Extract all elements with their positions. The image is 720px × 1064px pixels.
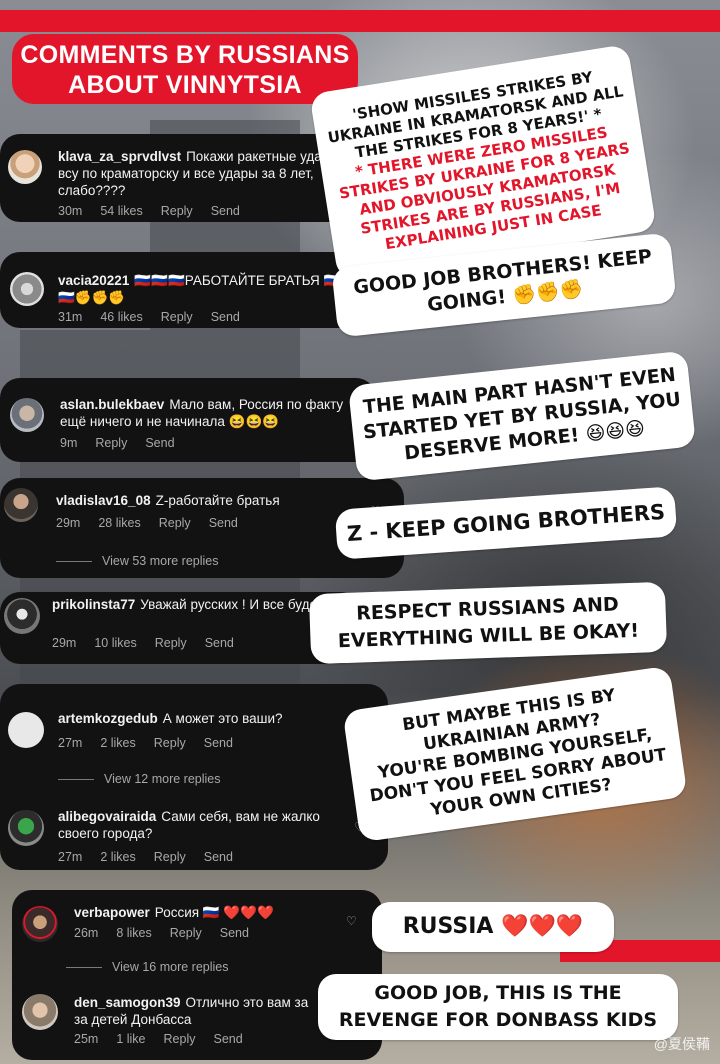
avatar[interactable] [10,272,44,306]
view-more-replies[interactable]: View 53 more replies [56,554,219,568]
comment-meta: 29m 28 likes Reply Send [56,516,256,530]
divider [58,779,94,781]
timestamp: 25m [74,1032,99,1046]
comment-meta: 30m 54 likes Reply Send [58,204,258,218]
timestamp: 9m [60,436,78,450]
likes-count[interactable]: 1 like [116,1032,145,1046]
top-red-bar [0,10,720,32]
avatar[interactable] [4,598,40,634]
timestamp: 29m [52,636,77,650]
likes-count[interactable]: 2 likes [100,850,135,864]
timestamp: 31m [58,310,83,324]
username[interactable]: artemkozgedub [58,711,158,726]
reply-button[interactable]: Reply [159,516,191,530]
reply-button[interactable]: Reply [155,636,187,650]
watermark: @夏侯鞴 [653,1036,710,1052]
avatar[interactable] [8,150,42,184]
likes-count[interactable]: 54 likes [100,204,142,218]
translation-bubble-8: GOOD JOB, THIS IS THE REVENGE FOR DONBAS… [318,974,678,1040]
username[interactable]: prikolinsta77 [52,597,135,612]
comment-text: prikolinsta77 Уважай русских ! И все буде… [52,597,340,612]
timestamp: 27m [58,850,83,864]
comment-card: artemkozgedubА может это ваши? ♡ 27m2 li… [0,684,388,870]
comment-card: klava_za_sprvdlvst Покажи ракетные удары … [0,134,358,222]
comment-meta: 27m 2 likes Reply Send [58,850,251,864]
view-more-replies[interactable]: View 12 more replies [58,772,221,786]
divider [66,967,102,969]
comment-meta: 29m 10 likes Reply Send [52,636,252,650]
likes-count[interactable]: 10 likes [94,636,136,650]
reply-button[interactable]: Reply [170,926,202,940]
avatar[interactable] [10,398,44,432]
divider [56,561,92,563]
title-line-2: ABOUT VINNYTSIA [68,71,302,99]
likes-count[interactable]: 46 likes [100,310,142,324]
likes-count[interactable]: 8 likes [116,926,151,940]
reply-button[interactable]: Reply [154,736,186,750]
send-button[interactable]: Send [205,636,234,650]
username[interactable]: vladislav16_08 [56,493,151,508]
comment-text: artemkozgedub А может это ваши? [58,711,283,726]
comment-card: aslan.bulekbaev Мало вам, Россия по факту… [0,378,376,462]
username[interactable]: vacia20221 [58,273,129,288]
send-button[interactable]: Send [145,436,174,450]
view-more-replies[interactable]: View 16 more replies [66,960,229,974]
translation-bubble-7: RUSSIA ❤️❤️❤️ [372,902,614,952]
comment-text: alibegovairaida Сами себя, вам не жалко с… [58,809,320,841]
send-button[interactable]: Send [204,850,233,864]
page-title: COMMENTS BY RUSSIANS ABOUT VINNYTSIA [12,34,358,104]
likes-count[interactable]: 2 likes [100,736,135,750]
comment-meta: 9m Reply Send [60,436,193,450]
timestamp: 26m [74,926,99,940]
send-button[interactable]: Send [204,736,233,750]
comment-text: den_samogon39 Отлично это вам за за детей… [74,995,309,1027]
reply-button[interactable]: Reply [164,1032,196,1046]
send-button[interactable]: Send [209,516,238,530]
comment-text: aslan.bulekbaev Мало вам, Россия по факту… [60,397,344,429]
comment-text: klava_za_sprvdlvst Покажи ракетные удары … [58,149,339,198]
reply-button[interactable]: Reply [154,850,186,864]
avatar[interactable] [4,488,38,522]
username[interactable]: klava_za_sprvdlvst [58,149,181,164]
avatar[interactable] [22,906,58,942]
avatar[interactable] [8,810,44,846]
send-button[interactable]: Send [213,1032,242,1046]
reply-button[interactable]: Reply [95,436,127,450]
title-line-1: COMMENTS BY RUSSIANS [20,41,350,69]
send-button[interactable]: Send [211,310,240,324]
timestamp: 27m [58,736,83,750]
comment-meta: 26m 8 likes Reply Send [74,926,267,940]
send-button[interactable]: Send [211,204,240,218]
username[interactable]: alibegovairaida [58,809,156,824]
comment-meta: 27m 2 likes Reply Send [58,736,251,750]
comment-text: vladislav16_08 Z-работайте братья [56,493,280,508]
avatar[interactable] [8,712,44,748]
like-heart-icon[interactable]: ♡ [346,915,358,927]
translation-bubble-5: RESPECT RUSSIANS AND EVERYTHING WILL BE … [308,581,668,665]
comment-meta: 31m 46 likes Reply Send [58,310,258,324]
comment-text: verbapower Россия 🇷🇺 ❤️❤️❤️ [74,905,274,920]
username[interactable]: verbapower [74,905,150,920]
username[interactable]: den_samogon39 [74,995,181,1010]
comment-meta: 25m 1 like Reply Send [74,1032,261,1046]
comment-card: prikolinsta77 Уважай русских ! И все буде… [0,592,360,664]
timestamp: 29m [56,516,81,530]
comment-text: vacia20221 🇷🇺🇷🇺🇷🇺РАБОТАЙТЕ БРАТЬЯ 🇷🇺🇷🇺🇷🇺✊… [58,273,358,305]
timestamp: 30m [58,204,83,218]
likes-count[interactable]: 28 likes [98,516,140,530]
reply-button[interactable]: Reply [161,310,193,324]
comment-card: vacia20221 🇷🇺🇷🇺🇷🇺РАБОТАЙТЕ БРАТЬЯ 🇷🇺🇷🇺🇷🇺✊… [0,252,368,328]
avatar[interactable] [22,994,58,1030]
reply-button[interactable]: Reply [161,204,193,218]
send-button[interactable]: Send [220,926,249,940]
username[interactable]: aslan.bulekbaev [60,397,164,412]
